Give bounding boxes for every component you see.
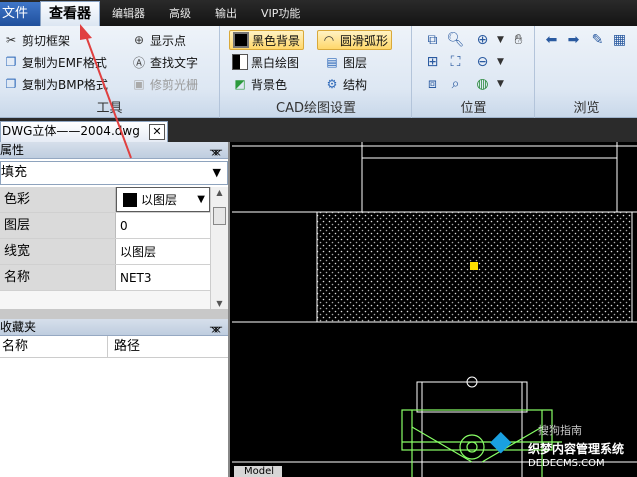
dede-logo-icon: ◆ (490, 424, 512, 457)
watermark-line3: DEDECMS.COM (528, 458, 605, 469)
model-tab[interactable]: Model (234, 466, 282, 477)
watermark-line1: 搜狗指南 (538, 424, 582, 437)
annotation-arrow (80, 24, 132, 159)
watermark-line2: 织梦内容管理系统 (528, 442, 625, 456)
watermark: ◆ 搜狗指南 织梦内容管理系统 DEDECMS.COM (488, 418, 637, 477)
